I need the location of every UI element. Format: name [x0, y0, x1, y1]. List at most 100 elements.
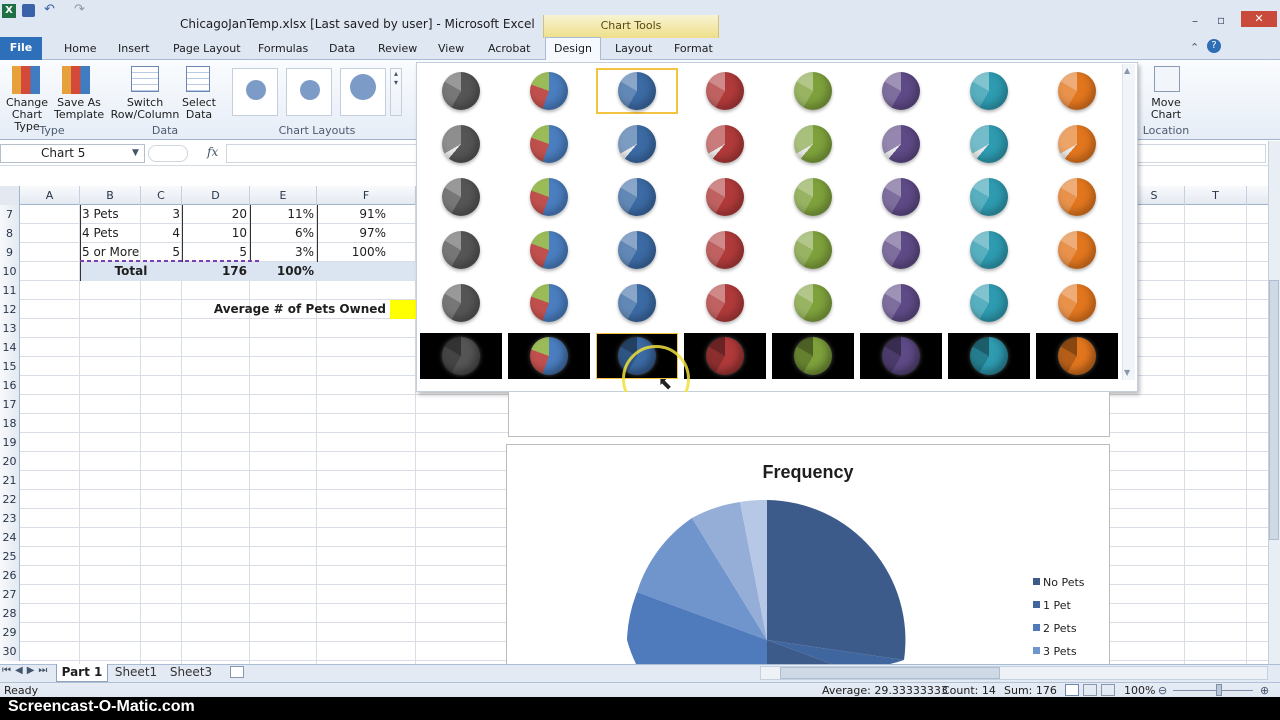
- chart-style-blue-1[interactable]: [596, 68, 678, 114]
- chart-style-teal-1[interactable]: [948, 68, 1030, 114]
- insert-function-icon[interactable]: fx: [207, 145, 218, 159]
- chart-style-orange-3[interactable]: [1036, 174, 1118, 220]
- row-header[interactable]: 29: [0, 623, 20, 642]
- tab-insert[interactable]: Insert: [118, 40, 150, 60]
- normal-view-icon[interactable]: [1065, 684, 1079, 696]
- row-header[interactable]: 16: [0, 376, 20, 395]
- save-as-template-icon[interactable]: [62, 66, 90, 94]
- chart-style-multi-2[interactable]: [508, 121, 590, 167]
- zoom-slider[interactable]: [1173, 690, 1253, 691]
- page-break-view-icon[interactable]: [1101, 684, 1115, 696]
- row-header[interactable]: 25: [0, 547, 20, 566]
- row-header[interactable]: 17: [0, 395, 20, 414]
- cell-e10[interactable]: 100%: [251, 262, 314, 281]
- cell-f9[interactable]: 100%: [318, 243, 386, 262]
- cell-e7[interactable]: 11%: [251, 205, 314, 224]
- save-as-template-button[interactable]: Save As Template: [54, 97, 104, 121]
- row-header[interactable]: 23: [0, 509, 20, 528]
- scroll-down-icon[interactable]: ▼: [1124, 368, 1130, 377]
- sheet-tab-part1[interactable]: Part 1: [56, 664, 108, 682]
- tab-page-layout[interactable]: Page Layout: [173, 40, 241, 60]
- chart-style-red-3[interactable]: [684, 174, 766, 220]
- row-header[interactable]: 20: [0, 452, 20, 471]
- vertical-scroll-thumb[interactable]: [1269, 280, 1279, 540]
- chart-style-gray-3[interactable]: [420, 174, 502, 220]
- maximize-icon[interactable]: ▫: [1217, 13, 1225, 27]
- chart-style-gray-1[interactable]: [420, 68, 502, 114]
- chart-style-purple-5[interactable]: [860, 280, 942, 326]
- average-pets-label[interactable]: Average # of Pets Owned: [200, 300, 386, 319]
- chart-style-red-5[interactable]: [684, 280, 766, 326]
- chart-style-green-4[interactable]: [772, 227, 854, 273]
- change-chart-type-icon[interactable]: [12, 66, 40, 94]
- row-header[interactable]: 14: [0, 338, 20, 357]
- tab-view[interactable]: View: [438, 40, 464, 60]
- chart-style-teal-2[interactable]: [948, 121, 1030, 167]
- cell-b8[interactable]: 4 Pets: [82, 224, 140, 243]
- column-header-t[interactable]: T: [1185, 186, 1247, 205]
- redo-icon[interactable]: ↷: [74, 2, 85, 17]
- chart-style-gray-6[interactable]: [420, 333, 502, 379]
- cell-c8[interactable]: 4: [142, 224, 180, 243]
- zoom-out-icon[interactable]: ⊖: [1158, 684, 1167, 697]
- tab-layout[interactable]: Layout: [615, 40, 652, 60]
- chart-style-green-2[interactable]: [772, 121, 854, 167]
- layouts-scroll[interactable]: ▴ ▾: [390, 68, 402, 116]
- scroll-up-icon[interactable]: ▲: [1124, 66, 1130, 75]
- column-header-b[interactable]: B: [80, 186, 141, 205]
- chart-style-red-1[interactable]: [684, 68, 766, 114]
- switch-row-column-button[interactable]: Switch Row/Column: [110, 97, 180, 121]
- cell-d8[interactable]: 10: [183, 224, 247, 243]
- zoom-level[interactable]: 100%: [1124, 684, 1155, 697]
- column-header-e[interactable]: E: [250, 186, 317, 205]
- tab-acrobat[interactable]: Acrobat: [488, 40, 530, 60]
- column-header-d[interactable]: D: [182, 186, 250, 205]
- horizontal-scroll-thumb[interactable]: [780, 667, 1000, 679]
- column-header-f[interactable]: F: [317, 186, 416, 205]
- column-header-c[interactable]: C: [141, 186, 182, 205]
- chart-style-green-5[interactable]: [772, 280, 854, 326]
- page-layout-view-icon[interactable]: [1083, 684, 1097, 696]
- row-header[interactable]: 8: [0, 224, 20, 243]
- row-header[interactable]: 11: [0, 281, 20, 300]
- tab-file[interactable]: File: [0, 37, 42, 60]
- chevron-down-icon[interactable]: ▼: [132, 148, 139, 158]
- row-header[interactable]: 19: [0, 433, 20, 452]
- chart-style-multi-3[interactable]: [508, 174, 590, 220]
- row-header[interactable]: 18: [0, 414, 20, 433]
- chart-style-teal-4[interactable]: [948, 227, 1030, 273]
- row-header[interactable]: 26: [0, 566, 20, 585]
- chart-style-multi-6[interactable]: [508, 333, 590, 379]
- tab-home[interactable]: Home: [64, 40, 96, 60]
- chart-style-gray-2[interactable]: [420, 121, 502, 167]
- chart-style-purple-2[interactable]: [860, 121, 942, 167]
- row-header[interactable]: 10: [0, 262, 20, 281]
- chart-style-orange-4[interactable]: [1036, 227, 1118, 273]
- chart-style-purple-6[interactable]: [860, 333, 942, 379]
- sheet-nav-icons[interactable]: ⏮◀▶⏭: [2, 665, 51, 676]
- chart-style-teal-6[interactable]: [948, 333, 1030, 379]
- ribbon-collapse-icon[interactable]: ⌃: [1190, 41, 1199, 54]
- row-header[interactable]: 21: [0, 471, 20, 490]
- chart-style-blue-4[interactable]: [596, 227, 678, 273]
- move-chart-icon[interactable]: [1154, 66, 1180, 92]
- excel-icon[interactable]: X: [2, 4, 16, 18]
- tab-design[interactable]: Design: [545, 37, 601, 61]
- tab-data[interactable]: Data: [329, 40, 355, 60]
- chart-style-multi-5[interactable]: [508, 280, 590, 326]
- chart-style-multi-4[interactable]: [508, 227, 590, 273]
- chart-style-blue-3[interactable]: [596, 174, 678, 220]
- chart-style-orange-6[interactable]: [1036, 333, 1118, 379]
- chart-style-blue-2[interactable]: [596, 121, 678, 167]
- sheet-tab-sheet3[interactable]: Sheet3: [164, 664, 218, 682]
- cell-f7[interactable]: 91%: [318, 205, 386, 224]
- undo-icon[interactable]: ↶: [44, 2, 55, 17]
- chart-style-purple-4[interactable]: [860, 227, 942, 273]
- chart-style-purple-1[interactable]: [860, 68, 942, 114]
- minimize-icon[interactable]: –: [1192, 14, 1198, 28]
- row-header[interactable]: 28: [0, 604, 20, 623]
- row-header[interactable]: 27: [0, 585, 20, 604]
- select-data-button[interactable]: Select Data: [180, 97, 218, 121]
- zoom-slider-thumb[interactable]: [1216, 684, 1222, 696]
- chart-style-green-6[interactable]: [772, 333, 854, 379]
